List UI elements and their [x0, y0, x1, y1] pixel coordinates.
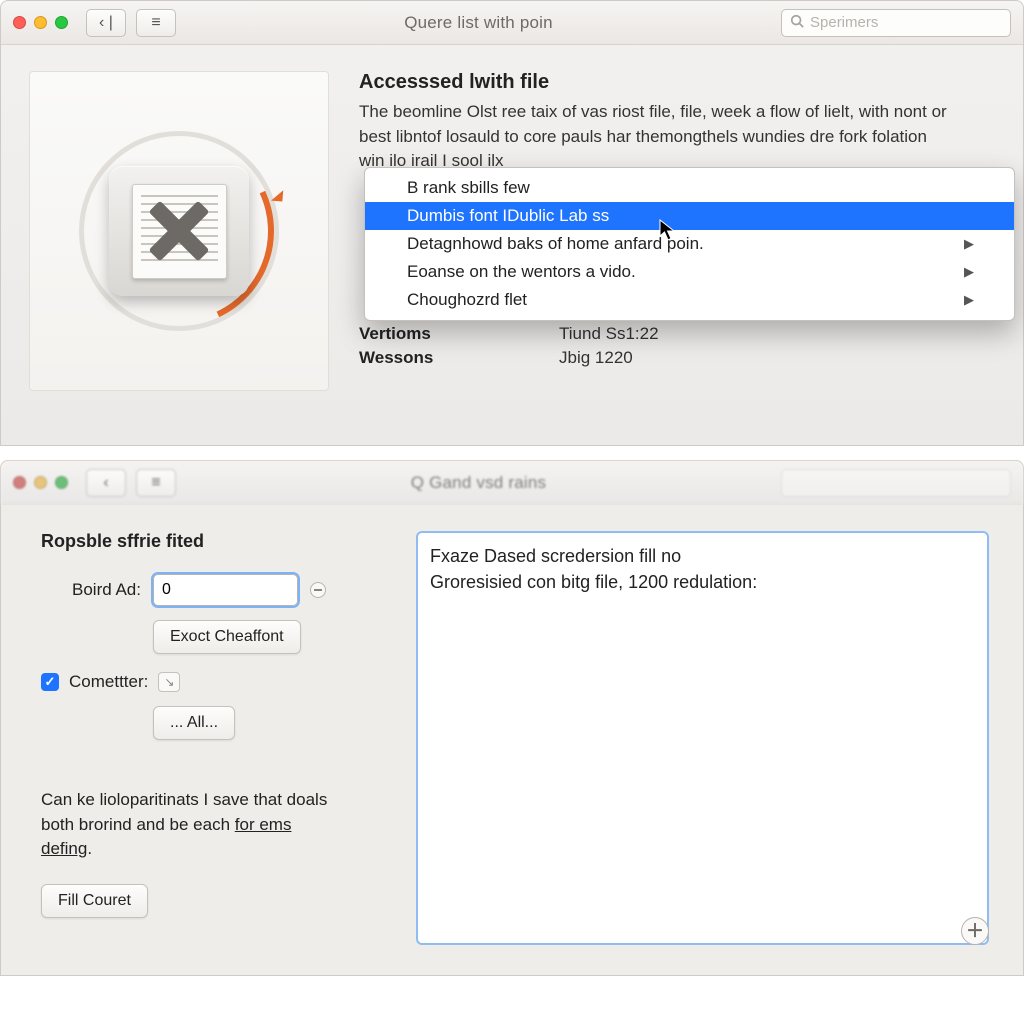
- menu-item-label: Eoanse on the wentors a vido.: [407, 262, 636, 282]
- menu-item-label: Choughozrd flet: [407, 290, 527, 310]
- menu-item-label: Dumbis font IDublic Lab ss: [407, 206, 609, 226]
- zoom-icon[interactable]: [55, 476, 68, 489]
- menu-item-selected[interactable]: Dumbis font IDublic Lab ss: [365, 202, 1014, 230]
- stepper-icon[interactable]: [310, 582, 326, 598]
- metadata-value: Jbig 1220: [559, 348, 633, 368]
- boird-input[interactable]: [153, 574, 298, 606]
- window-title: Quere list with poin: [176, 13, 781, 33]
- close-icon[interactable]: [13, 16, 26, 29]
- chevron-left-icon: ‹ |: [99, 14, 113, 32]
- menu-item[interactable]: Eoanse on the wentors a vido. ▶: [365, 258, 1014, 286]
- exoct-button[interactable]: Exoct Cheaffont: [153, 620, 301, 654]
- toggle-icon[interactable]: ↘: [158, 672, 180, 692]
- metadata-value: Tiund Ss1:22: [559, 324, 659, 344]
- info-description: The beomline Olst ree taix of vas riost …: [359, 100, 949, 174]
- form-row-boird: Boird Ad:: [41, 574, 386, 606]
- search-icon: [790, 13, 804, 33]
- hint-tail: .: [87, 839, 92, 858]
- cometter-checkbox[interactable]: ✓: [41, 673, 59, 691]
- titlebar-top: ‹ | ≡ Quere list with poin: [1, 1, 1023, 45]
- plus-icon: ＋: [966, 918, 984, 944]
- context-menu: B rank sbills few Dumbis font IDublic La…: [364, 167, 1015, 321]
- traffic-lights: [13, 476, 68, 489]
- info-heading: Accesssed lwith file: [359, 71, 995, 94]
- metadata-key: Wessons: [359, 348, 559, 368]
- chevron-right-icon: ▶: [964, 236, 974, 252]
- x-icon: [139, 191, 219, 271]
- traffic-lights: [13, 16, 68, 29]
- fill-button[interactable]: Fill Couret: [41, 884, 148, 918]
- menu-item[interactable]: Choughozrd flet ▶: [365, 286, 1014, 314]
- list-view-button[interactable]: ≡: [136, 469, 176, 497]
- nav-buttons: ‹ | ≡: [86, 9, 176, 37]
- menu-item-label: B rank sbills few: [407, 178, 530, 198]
- section-heading: Ropsble sffrie fited: [41, 531, 386, 552]
- form-row-exoct: Exoct Cheaffont: [41, 620, 386, 654]
- chevron-right-icon: ▶: [964, 292, 974, 308]
- titlebar-bottom: ‹ ≡ Q Gand vsd rains ⠀: [1, 461, 1023, 505]
- list-view-button[interactable]: ≡: [136, 9, 176, 37]
- output-line: Groresisied con bitg file, 1200 redulati…: [430, 569, 975, 595]
- metadata-row: Wessons Jbig 1220: [359, 348, 995, 368]
- list-icon: ≡: [151, 14, 160, 32]
- search-field[interactable]: ⠀: [781, 469, 1011, 497]
- minimize-icon[interactable]: [34, 476, 47, 489]
- window-top-body: Accesssed lwith file The beomline Olst r…: [1, 45, 1023, 445]
- list-icon: ≡: [151, 474, 160, 492]
- metadata-table: Vertioms Tiund Ss1:22 Wessons Jbig 1220: [359, 324, 995, 368]
- file-preview-thumbnail: [29, 71, 329, 391]
- info-column: Accesssed lwith file The beomline Olst r…: [359, 71, 995, 405]
- add-button[interactable]: ＋: [961, 917, 989, 945]
- menu-item-label: Detagnhowd baks of home anfard poin.: [407, 234, 704, 254]
- metadata-key: Vertioms: [359, 324, 559, 344]
- all-button[interactable]: ... All...: [153, 706, 235, 740]
- cometter-label: Comettter:: [69, 672, 148, 692]
- chevron-left-icon: ‹: [103, 474, 108, 492]
- close-icon[interactable]: [13, 476, 26, 489]
- back-button[interactable]: ‹: [86, 469, 126, 497]
- window-top: ‹ | ≡ Quere list with poin Accesssed lwi…: [0, 0, 1024, 446]
- metadata-row: Vertioms Tiund Ss1:22: [359, 324, 995, 344]
- window-title: Q Gand vsd rains: [176, 473, 781, 493]
- nav-buttons: ‹ ≡: [86, 469, 176, 497]
- form-row-fill: Fill Couret: [41, 884, 386, 918]
- output-line: Fxaze Dased scredersion fill no: [430, 543, 975, 569]
- search-field[interactable]: [781, 9, 1011, 37]
- form-row-cometter: ✓ Comettter: ↘: [41, 672, 386, 692]
- minimize-icon[interactable]: [34, 16, 47, 29]
- form-panel: Ropsble sffrie fited Boird Ad: Exoct Che…: [41, 531, 386, 945]
- back-button[interactable]: ‹ |: [86, 9, 126, 37]
- zoom-icon[interactable]: [55, 16, 68, 29]
- chevron-right-icon: ▶: [964, 264, 974, 280]
- window-bottom-body: Ropsble sffrie fited Boird Ad: Exoct Che…: [1, 505, 1023, 975]
- menu-item[interactable]: Detagnhowd baks of home anfard poin. ▶: [365, 230, 1014, 258]
- hint-text: Can ke lioloparitinats I save that doals…: [41, 788, 341, 862]
- window-bottom: ‹ ≡ Q Gand vsd rains ⠀ Ropsble sffrie fi…: [0, 460, 1024, 976]
- menu-item[interactable]: B rank sbills few: [365, 174, 1014, 202]
- search-icon: ⠀: [790, 473, 802, 493]
- output-pane[interactable]: Fxaze Dased scredersion fill no Groresis…: [416, 531, 989, 945]
- boird-label: Boird Ad:: [41, 580, 141, 600]
- form-row-all: ... All...: [41, 706, 386, 740]
- search-input[interactable]: [810, 14, 1002, 31]
